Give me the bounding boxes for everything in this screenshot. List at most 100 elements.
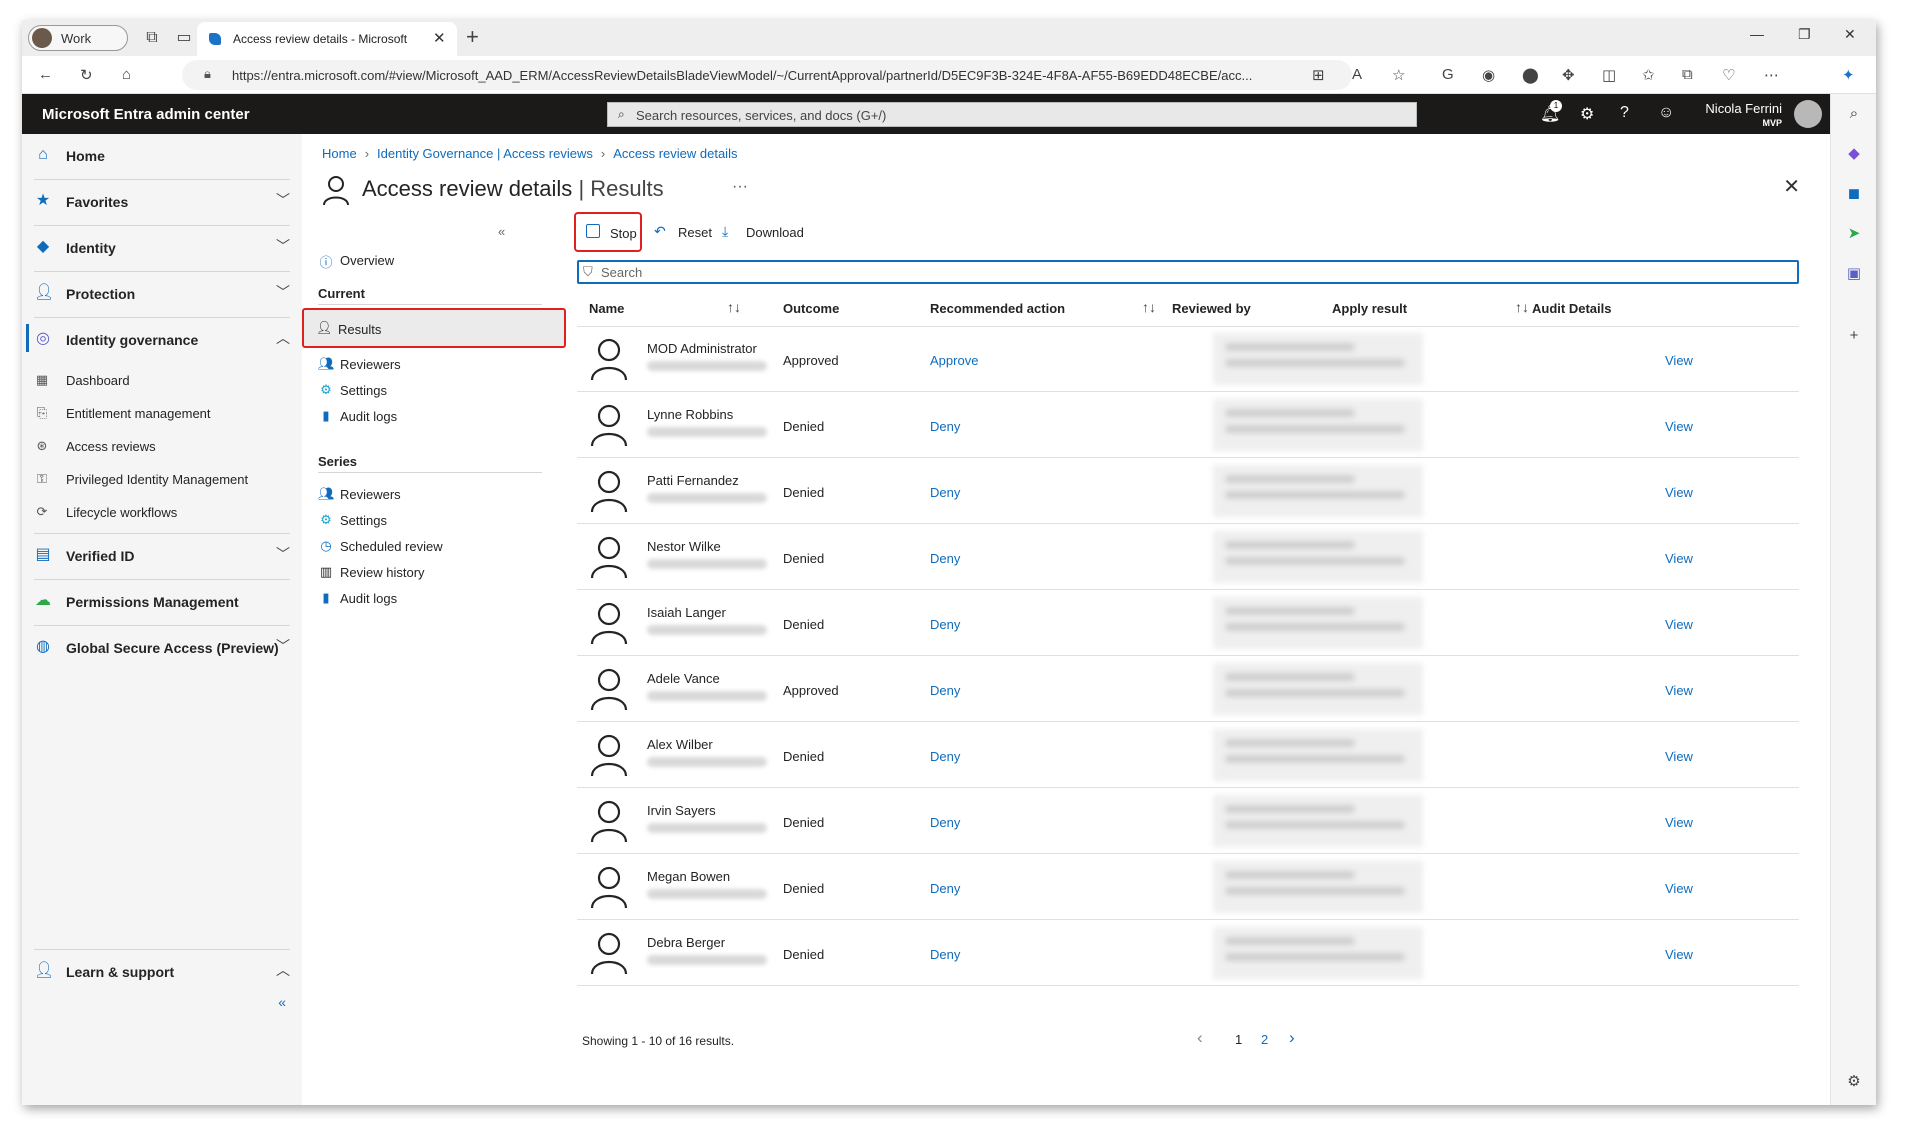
global-search-input[interactable]: ⌕ Search resources, services, and docs (… xyxy=(607,102,1417,127)
nav-item-identity-governance[interactable]: ◎ Identity governance ︿ xyxy=(22,318,302,362)
extension-g-icon[interactable]: G xyxy=(1442,66,1454,83)
column-header-name[interactable]: Name ↑↓ xyxy=(589,290,741,326)
table-row[interactable]: Irvin Sayers Denied Deny View xyxy=(577,789,1799,854)
collections-icon[interactable]: ⧉ xyxy=(1682,66,1693,83)
nav-item-protection[interactable]: 👤︎ Protection ﹀ xyxy=(22,272,302,316)
cell-recommended-action[interactable]: Deny xyxy=(930,551,960,566)
restore-icon[interactable]: ❐ xyxy=(1798,26,1811,43)
nav-sub-access-reviews[interactable]: ⊛ Access reviews xyxy=(22,430,302,462)
page-2-button[interactable]: 2 xyxy=(1261,1032,1268,1047)
user-avatar[interactable] xyxy=(1794,100,1822,128)
nav-item-identity[interactable]: ◆ Identity ﹀ xyxy=(22,226,302,270)
cell-recommended-action[interactable]: Deny xyxy=(930,683,960,698)
browser-tab-active[interactable]: Access review details - Microsoft ✕ xyxy=(197,22,457,56)
previous-page-icon[interactable]: ‹ xyxy=(1197,1028,1203,1048)
view-audit-link[interactable]: View xyxy=(1665,419,1693,434)
nav-item-global-secure-access[interactable]: ◍ Global Secure Access (Preview) ﹀ xyxy=(22,626,302,670)
extension-circle-icon[interactable]: ⬤ xyxy=(1522,66,1539,84)
view-audit-link[interactable]: View xyxy=(1665,551,1693,566)
menu-results[interactable]: 👤︎ Results xyxy=(302,308,566,348)
nav-sub-lifecycle-workflows[interactable]: ⟳ Lifecycle workflows xyxy=(22,496,302,528)
browser-essentials-icon[interactable]: ♡ xyxy=(1722,66,1735,84)
minimize-icon[interactable]: — xyxy=(1750,26,1764,42)
nav-item-home[interactable]: ⌂ Home xyxy=(22,134,302,178)
nav-sub-dashboard[interactable]: ▦ Dashboard xyxy=(22,364,302,396)
window-close-icon[interactable]: ✕ xyxy=(1844,26,1856,43)
breadcrumb-home[interactable]: Home xyxy=(322,146,357,161)
cell-recommended-action[interactable]: Deny xyxy=(930,419,960,434)
cell-recommended-action[interactable]: Deny xyxy=(930,947,960,962)
sort-icon[interactable]: ↑↓ xyxy=(1142,299,1156,315)
view-audit-link[interactable]: View xyxy=(1665,683,1693,698)
sidebar-send-icon[interactable]: ➤ xyxy=(1844,224,1864,244)
cell-recommended-action[interactable]: Deny xyxy=(930,617,960,632)
home-icon[interactable]: ⌂ xyxy=(122,66,131,83)
cell-recommended-action[interactable]: Deny xyxy=(930,815,960,830)
sidebar-settings-icon[interactable]: ⚙ xyxy=(1844,1072,1864,1092)
nav-item-favorites[interactable]: ★ Favorites ﹀ xyxy=(22,180,302,224)
cell-recommended-action[interactable]: Approve xyxy=(930,353,978,368)
back-icon[interactable]: ← xyxy=(38,66,53,83)
view-audit-link[interactable]: View xyxy=(1665,881,1693,896)
nav-item-permissions-management[interactable]: ☁ Permissions Management xyxy=(22,580,302,624)
new-tab-icon[interactable]: + xyxy=(466,24,479,50)
next-page-icon[interactable]: › xyxy=(1289,1028,1295,1048)
close-blade-icon[interactable]: ✕ xyxy=(1783,174,1800,199)
column-header-apply-result[interactable]: Apply result ↑↓ xyxy=(1332,290,1532,326)
app-available-icon[interactable]: ⊞ xyxy=(1312,66,1325,84)
view-audit-link[interactable]: View xyxy=(1665,749,1693,764)
profile-button[interactable]: Work xyxy=(28,25,128,51)
nav-sub-entitlement-management[interactable]: ⎘ Entitlement management xyxy=(22,397,302,429)
view-audit-link[interactable]: View xyxy=(1665,617,1693,632)
favorites-icon[interactable]: ✩ xyxy=(1642,66,1655,84)
settings-gear-icon[interactable]: ⚙ xyxy=(1580,104,1594,124)
extension-bitwarden-icon[interactable]: ◉ xyxy=(1482,66,1495,84)
url-input[interactable]: 🔒︎ https://entra.microsoft.com/#view/Mic… xyxy=(182,60,1352,90)
tab-actions-icon[interactable]: ▭ xyxy=(172,27,196,49)
table-row[interactable]: Lynne Robbins Denied Deny View xyxy=(577,393,1799,458)
table-row[interactable]: Alex Wilber Denied Deny View xyxy=(577,723,1799,788)
sidebar-outlook-icon[interactable]: ◼ xyxy=(1844,184,1864,204)
sidebar-discover-icon[interactable]: ◆ xyxy=(1844,144,1864,164)
user-name[interactable]: Nicola Ferrini xyxy=(1705,101,1782,116)
collapse-menu-icon[interactable]: « xyxy=(498,224,505,239)
split-screen-icon[interactable]: ◫ xyxy=(1602,66,1616,84)
cell-recommended-action[interactable]: Deny xyxy=(930,881,960,896)
table-row[interactable]: Debra Berger Denied Deny View xyxy=(577,921,1799,986)
breadcrumb-access-reviews[interactable]: Identity Governance | Access reviews xyxy=(377,146,593,161)
more-options-icon[interactable]: ··· xyxy=(732,178,748,196)
menu-audit-logs[interactable]: ▮ Audit logs xyxy=(306,400,516,432)
settings-more-icon[interactable]: ⋯ xyxy=(1764,66,1779,84)
sort-icon[interactable]: ↑↓ xyxy=(727,299,741,315)
menu-overview[interactable]: ⓘ Overview xyxy=(306,244,516,276)
table-row[interactable]: Isaiah Langer Denied Deny View xyxy=(577,591,1799,656)
table-row[interactable]: Adele Vance Approved Deny View xyxy=(577,657,1799,722)
feedback-icon[interactable]: ☺ xyxy=(1658,104,1674,122)
nav-item-learn-support[interactable]: 👤︎ Learn & support ︿ xyxy=(22,950,302,994)
read-aloud-icon[interactable]: A xyxy=(1352,66,1362,83)
workspaces-icon[interactable]: ⧉ xyxy=(140,27,164,49)
cell-recommended-action[interactable]: Deny xyxy=(930,749,960,764)
view-audit-link[interactable]: View xyxy=(1665,353,1693,368)
filter-search-input[interactable]: ⛉ Search xyxy=(577,260,1799,284)
collapse-nav-icon[interactable]: « xyxy=(278,994,286,1010)
sidebar-search-icon[interactable]: ⌕ xyxy=(1844,104,1864,124)
nav-item-verified-id[interactable]: ▤ Verified ID ﹀ xyxy=(22,534,302,578)
sidebar-teams-icon[interactable]: ▣ xyxy=(1844,264,1864,284)
page-1-button[interactable]: 1 xyxy=(1235,1032,1242,1047)
nav-sub-pim[interactable]: ⚿ Privileged Identity Management xyxy=(22,463,302,495)
column-header-recommended-action[interactable]: Recommended action ↑↓ xyxy=(930,290,1160,326)
table-row[interactable]: MOD Administrator Approved Approve View xyxy=(577,327,1799,392)
table-row[interactable]: Patti Fernandez Denied Deny View xyxy=(577,459,1799,524)
reset-button[interactable]: ↶ Reset xyxy=(648,218,712,246)
copilot-icon[interactable]: ✦ xyxy=(1842,66,1855,84)
extensions-icon[interactable]: ✥ xyxy=(1562,66,1575,84)
portal-title[interactable]: Microsoft Entra admin center xyxy=(42,106,250,123)
table-row[interactable]: Megan Bowen Denied Deny View xyxy=(577,855,1799,920)
view-audit-link[interactable]: View xyxy=(1665,947,1693,962)
help-icon[interactable]: ? xyxy=(1620,104,1629,122)
download-button[interactable]: ⤓ Download xyxy=(716,218,806,246)
refresh-icon[interactable]: ↻ xyxy=(80,66,93,84)
menu-series-audit-logs[interactable]: ▮ Audit logs xyxy=(306,582,516,614)
tab-close-icon[interactable]: ✕ xyxy=(433,29,446,47)
